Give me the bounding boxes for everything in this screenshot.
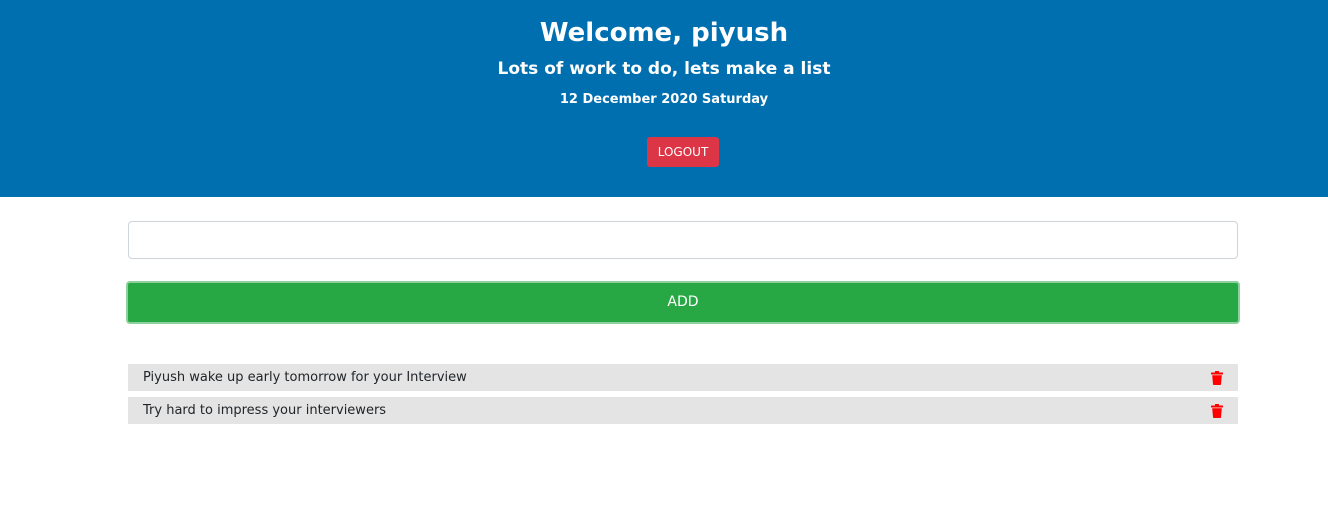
- task-input[interactable]: [128, 221, 1238, 259]
- logout-button[interactable]: LOGOUT: [647, 137, 719, 167]
- trash-icon[interactable]: [1211, 371, 1223, 385]
- header-banner: Welcome, piyush Lots of work to do, lets…: [0, 0, 1328, 197]
- task-text: Piyush wake up early tomorrow for your I…: [143, 370, 467, 385]
- task-item: Try hard to impress your interviewers: [128, 397, 1238, 424]
- add-button[interactable]: ADD: [126, 281, 1240, 324]
- task-text: Try hard to impress your interviewers: [143, 403, 387, 418]
- task-item: Piyush wake up early tomorrow for your I…: [128, 364, 1238, 391]
- subtitle: Lots of work to do, lets make a list: [497, 59, 831, 79]
- trash-icon[interactable]: [1211, 404, 1223, 418]
- current-date: 12 December 2020 Saturday: [559, 92, 769, 107]
- task-list: Piyush wake up early tomorrow for your I…: [128, 364, 1238, 430]
- welcome-title: Welcome, piyush: [539, 18, 789, 48]
